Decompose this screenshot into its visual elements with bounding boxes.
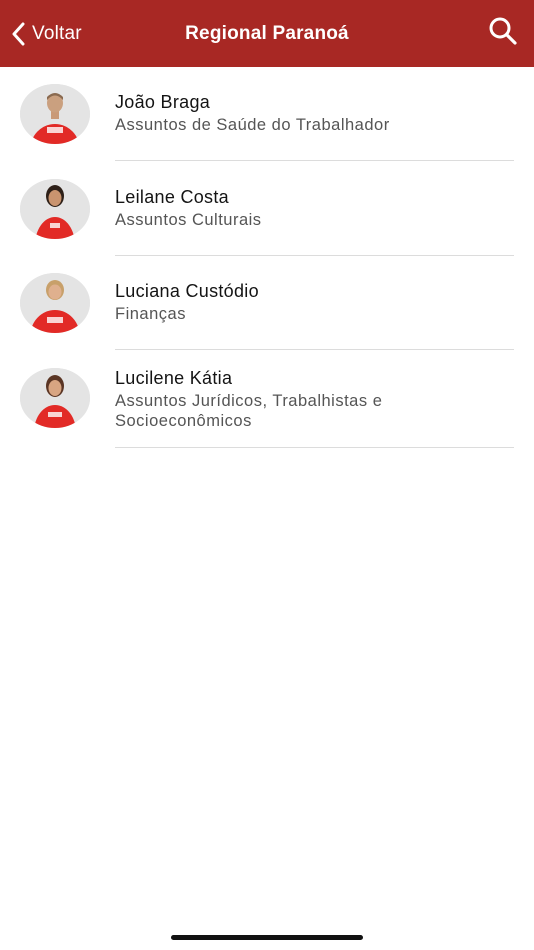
avatar	[20, 84, 90, 144]
back-label: Voltar	[32, 22, 82, 44]
chevron-left-icon	[10, 22, 28, 46]
member-name: Leilane Costa	[115, 187, 229, 207]
screen: Voltar Regional Paranoá João Braga Assun…	[0, 0, 534, 950]
list-item-text: Luciana Custódio Finanças	[115, 280, 514, 324]
member-name: João Braga	[115, 92, 211, 112]
list-item-text: João Braga Assuntos de Saúde do Trabalha…	[115, 91, 514, 135]
member-name: Luciana Custódio	[115, 281, 259, 301]
member-name: Lucilene Kátia	[115, 368, 233, 388]
home-indicator	[171, 935, 363, 940]
avatar	[20, 179, 90, 239]
avatar	[20, 273, 90, 333]
member-role: Assuntos Culturais	[115, 211, 262, 229]
search-button[interactable]	[488, 0, 518, 67]
divider	[115, 447, 514, 448]
list-item[interactable]: Lucilene Kátia Assuntos Jurídicos, Traba…	[0, 350, 534, 448]
list-item-text: Leilane Costa Assuntos Culturais	[115, 186, 514, 230]
back-button[interactable]: Voltar	[10, 0, 82, 67]
member-role: Finanças	[115, 305, 186, 323]
list-item[interactable]: Leilane Costa Assuntos Culturais	[0, 161, 534, 256]
list-item[interactable]: João Braga Assuntos de Saúde do Trabalha…	[0, 67, 534, 161]
list-item[interactable]: Luciana Custódio Finanças	[0, 256, 534, 350]
search-icon	[488, 16, 518, 51]
avatar	[20, 368, 90, 428]
page-title: Regional Paranoá	[185, 22, 349, 44]
navigation-bar: Voltar Regional Paranoá	[0, 0, 534, 67]
member-list: João Braga Assuntos de Saúde do Trabalha…	[0, 67, 534, 448]
member-role: Assuntos de Saúde do Trabalhador	[115, 116, 390, 134]
member-role: Assuntos Jurídicos, Trabalhistas e Socio…	[115, 392, 383, 430]
list-item-text: Lucilene Kátia Assuntos Jurídicos, Traba…	[115, 367, 514, 431]
